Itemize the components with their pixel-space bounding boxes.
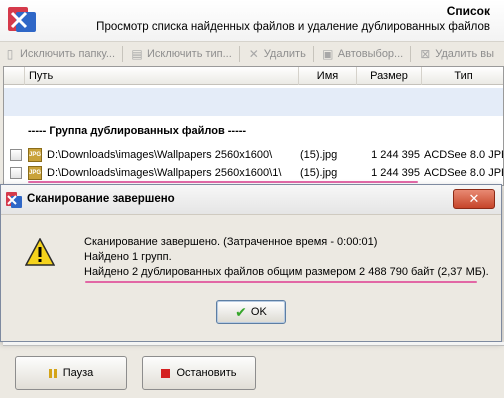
- toolbar-divider: [122, 46, 124, 62]
- pause-icon: [48, 368, 57, 378]
- row-name: (15).jpg: [300, 149, 338, 161]
- column-header-name[interactable]: Имя: [299, 67, 357, 85]
- app-logo-icon: [6, 192, 22, 208]
- checkmark-icon: ✔: [235, 303, 247, 320]
- app-logo-icon: [8, 7, 36, 32]
- delete-label: Удалить: [263, 48, 306, 60]
- jpg-file-icon: JPG: [28, 148, 42, 162]
- row-path: D:\Downloads\images\Wallpapers 2560x1600…: [47, 167, 282, 179]
- column-header-type[interactable]: Тип: [422, 67, 503, 85]
- dialog-message-groups: Найдено 1 групп.: [84, 251, 172, 263]
- exclude-type-icon: ▤: [131, 47, 143, 61]
- dialog-message-time: Сканирование завершено. (Затраченное вре…: [84, 236, 378, 248]
- jpg-file-icon: JPG: [28, 166, 42, 180]
- column-header-path[interactable]: Путь: [25, 67, 299, 85]
- header-title: Список: [446, 4, 490, 18]
- delete-selected-icon: ⊠: [420, 47, 431, 61]
- ok-label: OK: [250, 306, 267, 318]
- row-checkbox[interactable]: [10, 167, 22, 179]
- close-button[interactable]: ✕: [453, 189, 495, 209]
- empty-highlight-row[interactable]: [4, 88, 503, 116]
- row-size: 1 244 395: [371, 167, 420, 179]
- group-title: ----- Группа дублированных файлов -----: [28, 125, 247, 137]
- auto-select-button[interactable]: ▣ Автовыбор...: [318, 44, 406, 64]
- dialog-title: Сканирование завершено: [27, 193, 175, 205]
- toolbar-divider: [410, 46, 412, 62]
- stop-icon: [161, 368, 171, 378]
- auto-select-icon: ▣: [322, 47, 334, 61]
- duplicate-files-table: Путь Имя Размер Тип ----- Группа дублиро…: [3, 66, 504, 186]
- row-type: ACDSee 8.0 JPE: [424, 149, 504, 161]
- toolbar-divider: [238, 46, 240, 62]
- row-path: D:\Downloads\images\Wallpapers 2560x1600…: [47, 149, 273, 161]
- stop-button[interactable]: Остановить: [142, 356, 256, 390]
- stop-label: Остановить: [176, 367, 237, 379]
- exclude-folder-button[interactable]: ▯ Исключить папку...: [0, 44, 118, 64]
- auto-select-label: Автовыбор...: [337, 48, 404, 60]
- pause-button[interactable]: Пауза: [15, 356, 127, 390]
- table-row[interactable]: JPG D:\Downloads\images\Wallpapers 2560x…: [4, 146, 503, 164]
- scan-complete-dialog: Сканирование завершено ✕ Сканирование за…: [0, 184, 502, 342]
- checkbox-column-header[interactable]: [4, 67, 25, 85]
- delete-button[interactable]: ✕ Удалить: [244, 44, 309, 64]
- app-header: Список Просмотр списка найденных файлов …: [0, 0, 504, 42]
- highlight-underline: [28, 181, 418, 183]
- close-icon: ✕: [468, 191, 480, 206]
- column-header-size[interactable]: Размер: [357, 67, 422, 85]
- exclude-type-label: Исключить тип...: [147, 48, 232, 60]
- header-subtitle: Просмотр списка найденных файлов и удале…: [96, 21, 490, 33]
- row-type: ACDSee 8.0 JPE: [424, 167, 504, 179]
- row-name: (15).jpg: [300, 167, 338, 179]
- dialog-message-duplicates: Найдено 2 дублированных файлов общим раз…: [84, 266, 489, 278]
- delete-selected-button[interactable]: ⊠ Удалить вы: [415, 44, 497, 64]
- horizontal-scrollbar[interactable]: [3, 342, 504, 346]
- toolbar: ▯ Исключить папку... ▤ Исключить тип... …: [0, 43, 504, 65]
- ok-button[interactable]: ✔ OK: [216, 300, 286, 324]
- row-size: 1 244 395: [371, 149, 420, 161]
- row-checkbox[interactable]: [10, 149, 22, 161]
- exclude-folder-icon: ▯: [6, 47, 14, 61]
- highlight-underline: [85, 281, 477, 283]
- table-row[interactable]: JPG D:\Downloads\images\Wallpapers 2560x…: [4, 164, 503, 182]
- table-header: Путь Имя Размер Тип: [4, 67, 503, 85]
- dialog-titlebar[interactable]: Сканирование завершено ✕: [1, 185, 501, 215]
- delete-selected-label: Удалить вы: [435, 48, 495, 60]
- pause-label: Пауза: [62, 367, 94, 379]
- exclude-folder-label: Исключить папку...: [20, 48, 116, 60]
- toolbar-divider: [312, 46, 314, 62]
- warning-icon: [25, 238, 55, 266]
- delete-icon: ✕: [248, 47, 259, 61]
- exclude-type-button[interactable]: ▤ Исключить тип...: [127, 44, 235, 64]
